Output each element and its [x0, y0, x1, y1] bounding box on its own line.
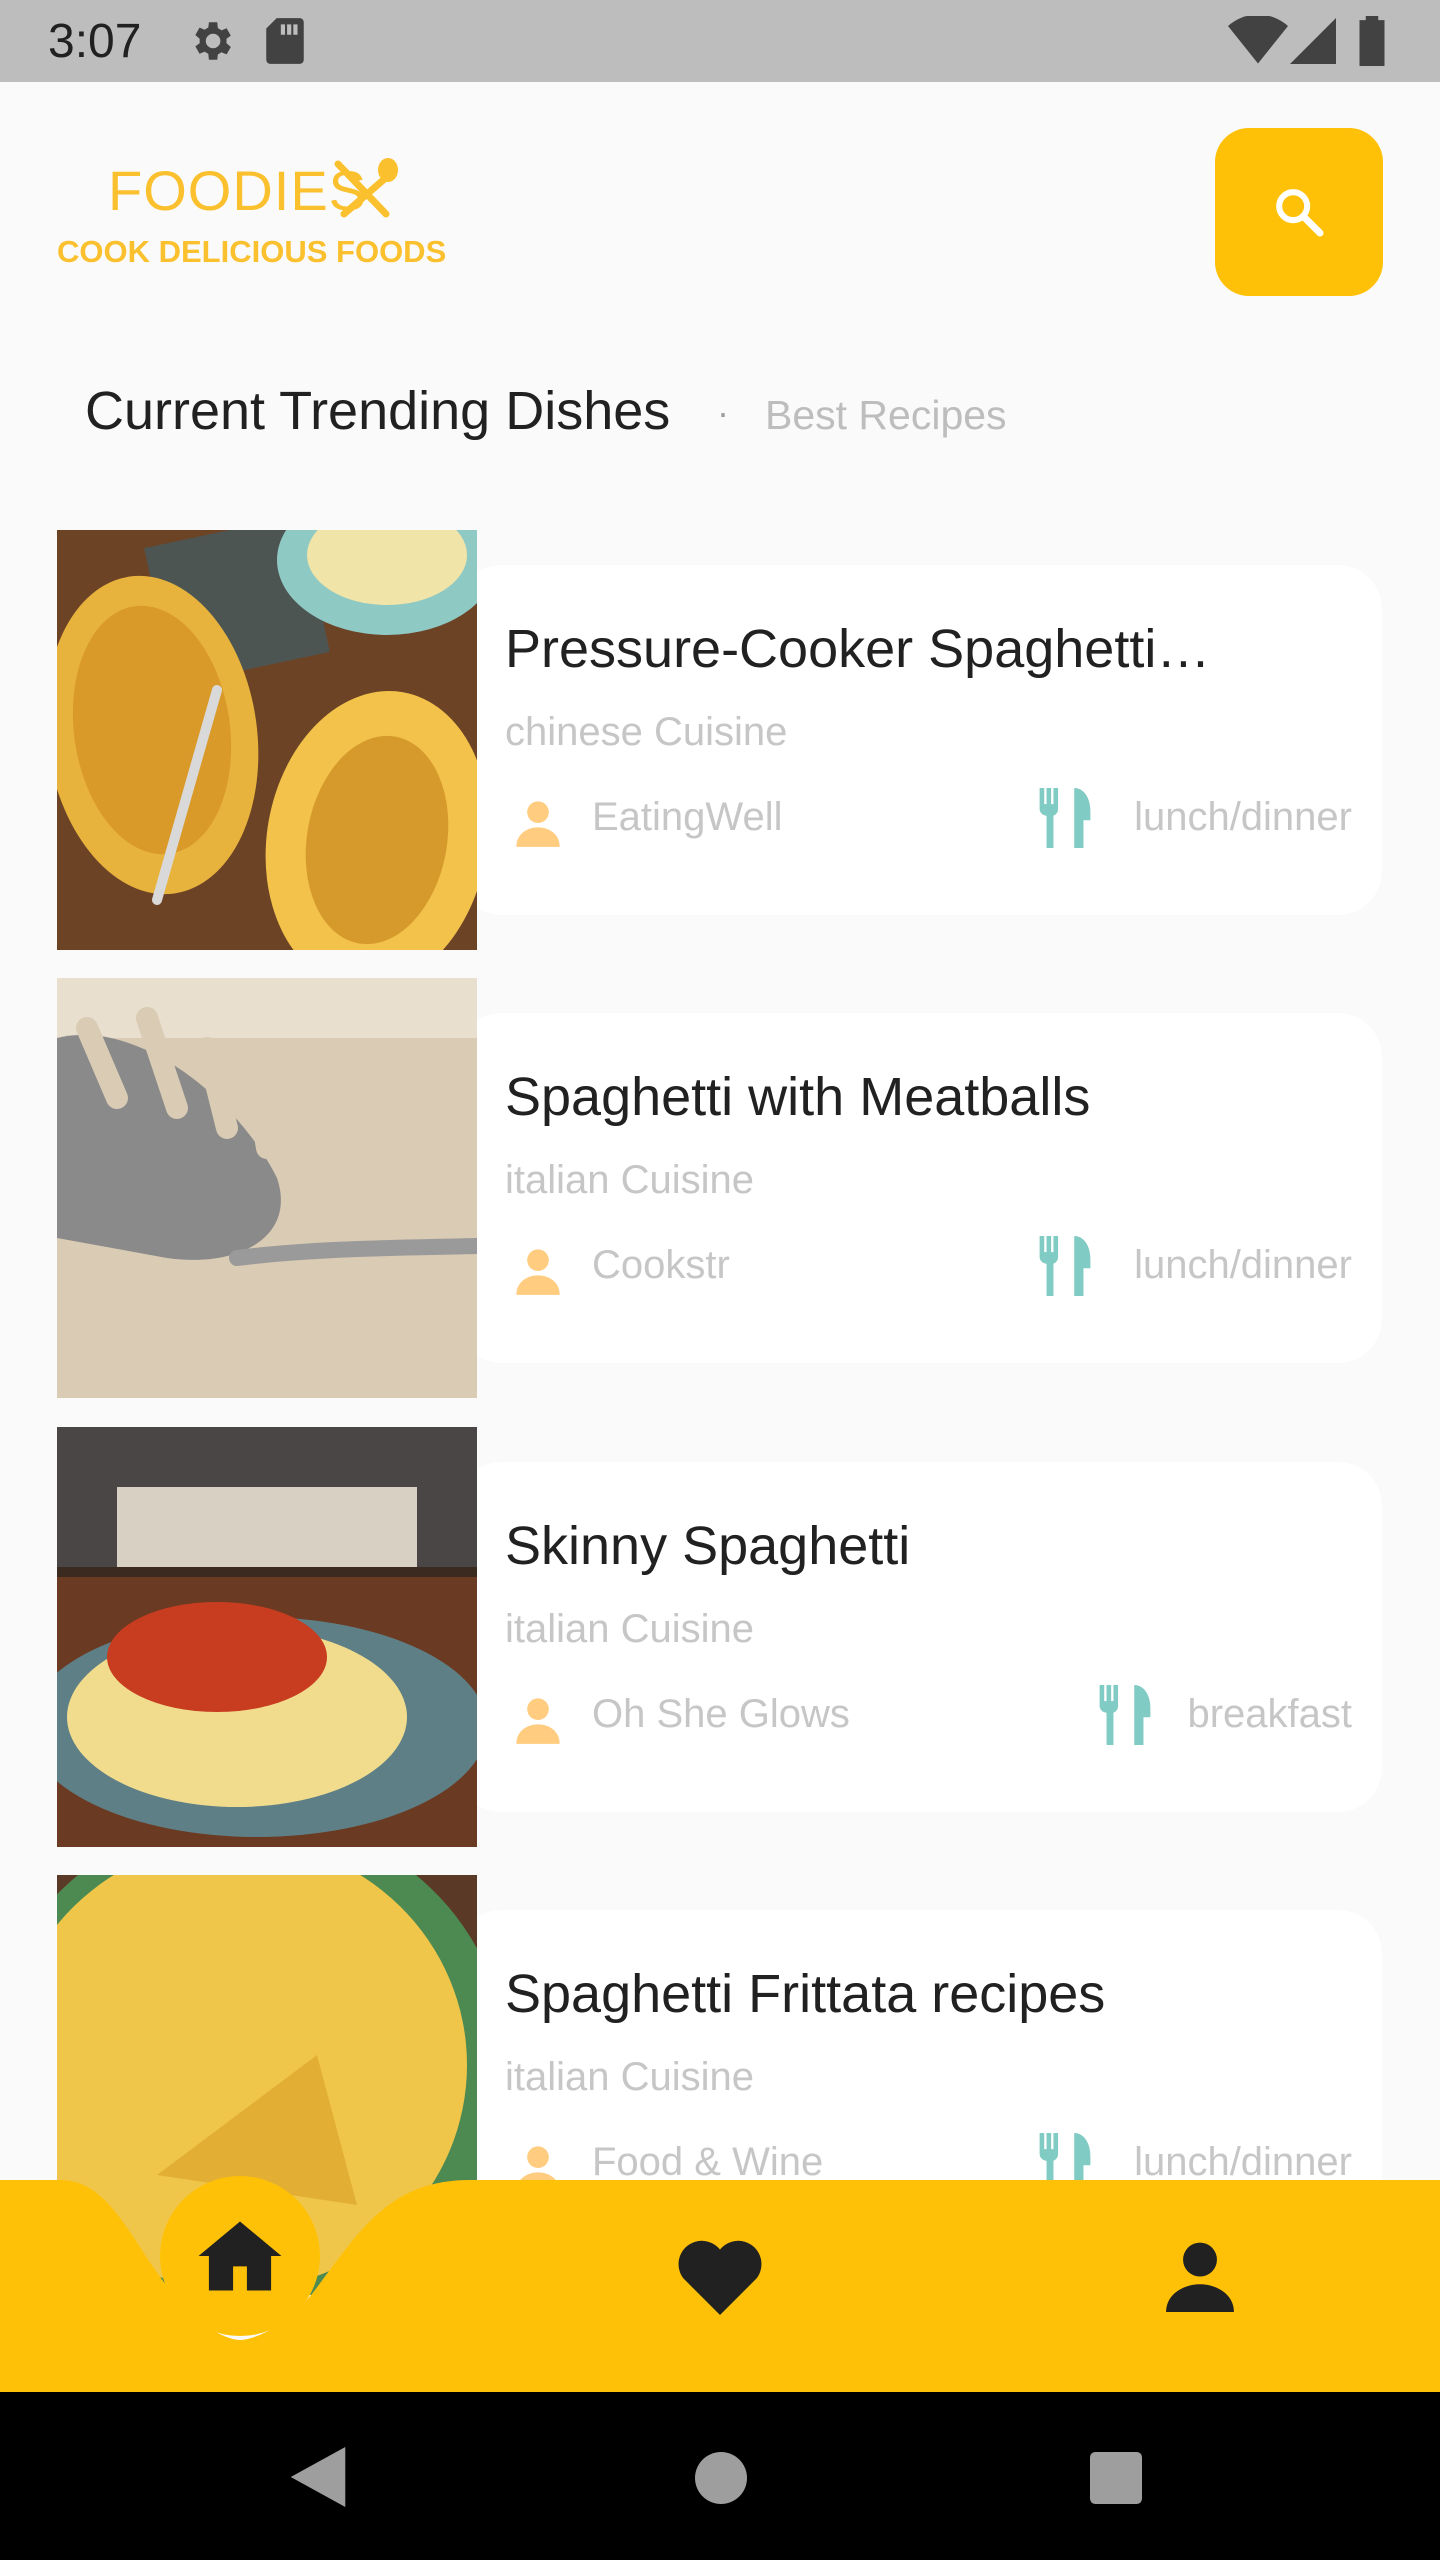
recipe-author: Oh She Glows	[592, 1692, 850, 1736]
recents-icon[interactable]	[1090, 2452, 1142, 2504]
recipe-author: Food & Wine	[592, 2140, 824, 2184]
recipe-card[interactable]: Pressure-Cooker Spaghetti Squash chinese…	[57, 530, 1382, 950]
recipe-author: EatingWell	[592, 795, 783, 839]
wifi-icon	[1228, 16, 1288, 64]
cutlery-icon	[1039, 788, 1091, 848]
recipe-title: Spaghetti Frittata recipes	[505, 1964, 1106, 2024]
person-icon	[516, 1249, 560, 1295]
system-navigation-bar	[0, 2392, 1440, 2560]
home-icon	[198, 2221, 282, 2291]
recipe-image	[57, 978, 477, 1398]
recipe-cuisine: italian Cuisine	[505, 1158, 755, 1202]
recipe-card[interactable]: Skinny Spaghetti italian Cuisine Oh She …	[57, 1427, 1382, 1847]
section-subtitle: Best Recipes	[765, 392, 1007, 438]
app-header: FOODIES COOK DELICIOUS FOODS	[0, 82, 1440, 322]
recipe-title: Spaghetti with Meatballs	[505, 1067, 1091, 1127]
person-icon	[516, 801, 560, 847]
nav-favorites-button[interactable]	[670, 2225, 770, 2325]
recipe-title: Skinny Spaghetti	[505, 1516, 911, 1576]
heart-icon	[678, 2240, 762, 2315]
recipe-meal-type: lunch/dinner	[1134, 795, 1352, 839]
recipe-author: Cookstr	[592, 1243, 730, 1287]
home-circle-icon[interactable]	[695, 2452, 747, 2504]
search-icon	[1276, 189, 1324, 237]
status-time: 3:07	[48, 15, 142, 68]
section-title: Current Trending Dishes	[85, 381, 671, 441]
recipe-meal-type: lunch/dinner	[1134, 2140, 1352, 2184]
brand-tagline: COOK DELICIOUS FOODS	[57, 234, 447, 269]
search-button[interactable]	[1215, 128, 1383, 296]
bottom-navigation	[0, 2176, 1440, 2392]
nav-profile-button[interactable]	[1150, 2225, 1250, 2325]
status-bar: 3:07	[0, 0, 1440, 82]
recipe-image	[57, 1427, 477, 1847]
recipe-cuisine: chinese Cuisine	[505, 710, 788, 754]
recipe-meal-type: breakfast	[1187, 1692, 1352, 1736]
recipe-cuisine: italian Cuisine	[505, 1607, 755, 1651]
sd-card-icon	[266, 18, 304, 64]
recipe-meal-type: lunch/dinner	[1134, 1243, 1352, 1287]
nav-home-button[interactable]	[160, 2176, 320, 2336]
recipe-card[interactable]: Spaghetti with Meatballs italian Cuisine…	[57, 978, 1382, 1398]
signal-icon	[1290, 18, 1336, 64]
recipe-cuisine: italian Cuisine	[505, 2055, 755, 2099]
battery-icon	[1359, 16, 1385, 66]
brand-title: FOODIES	[108, 159, 368, 222]
profile-icon	[1166, 2242, 1234, 2312]
section-separator: ·	[717, 392, 729, 433]
cutlery-icon	[1039, 1236, 1091, 1296]
recipe-image	[57, 530, 477, 950]
cutlery-icon	[1099, 1685, 1151, 1745]
person-icon	[516, 1698, 560, 1744]
recipe-title: Pressure-Cooker Spaghetti Squash	[505, 619, 1225, 679]
settings-icon	[195, 22, 231, 60]
fork-spoon-logo-icon	[334, 158, 398, 218]
back-icon[interactable]	[290, 2447, 346, 2507]
